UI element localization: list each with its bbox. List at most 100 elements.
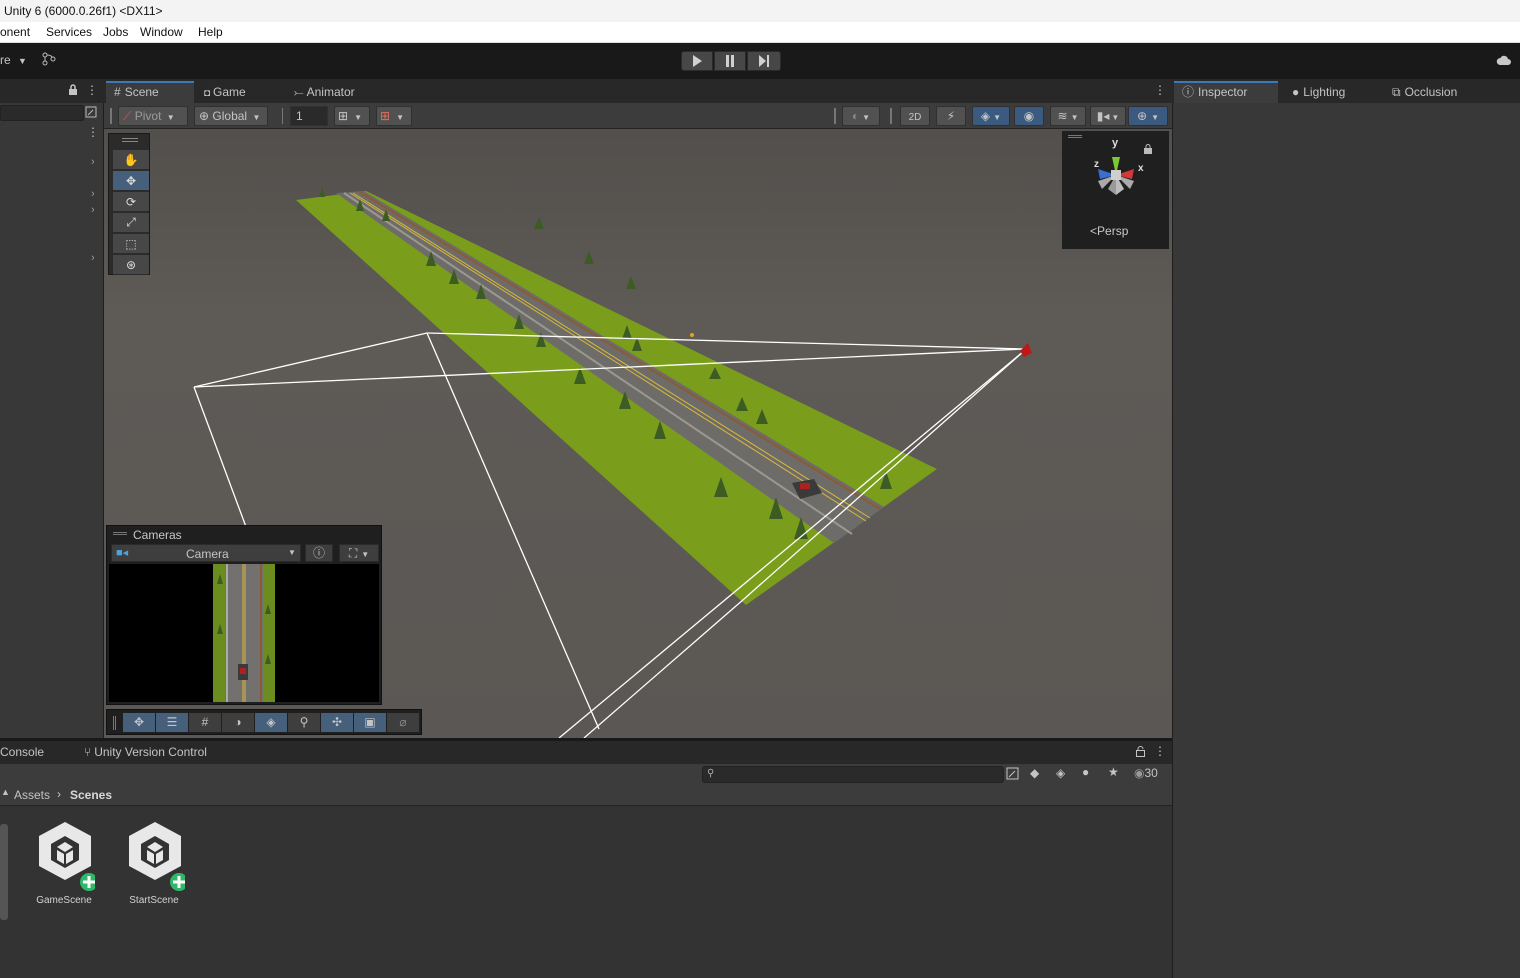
step-button[interactable] xyxy=(747,51,781,71)
gizmos-dropdown[interactable]: ⊕ ▼ xyxy=(1128,106,1168,126)
account-dropdown[interactable]: re ▼ xyxy=(0,53,27,67)
move-options-button[interactable]: ✥ xyxy=(123,713,155,732)
transform-tool[interactable]: ⊛ xyxy=(113,255,149,275)
camera-info-button[interactable]: ⓘ xyxy=(305,544,333,562)
x-axis-label: x xyxy=(1138,163,1144,174)
tab-version-control[interactable]: ⑂ Unity Version Control xyxy=(76,741,207,763)
menu-item-jobs[interactable]: Jobs xyxy=(103,25,128,39)
menu-item-component[interactable]: onent xyxy=(0,25,30,39)
drag-handle[interactable] xyxy=(110,108,112,124)
scroll-up-icon[interactable]: ▲ xyxy=(1,787,10,797)
lock-icon[interactable] xyxy=(68,84,78,99)
cameras-overlay: Cameras ■◂ Camera ▼ ⓘ ⛶ ▼ xyxy=(106,525,382,705)
version-control-icon[interactable] xyxy=(42,52,56,69)
pivot-button[interactable]: ✣ xyxy=(321,713,353,732)
kebab-menu-icon[interactable]: ⋮ xyxy=(86,83,98,97)
layers-dropdown[interactable]: ≋ ▼ xyxy=(1050,106,1086,126)
tab-occlusion[interactable]: ⧉ Occlusion xyxy=(1384,81,1484,103)
hierarchy-search-input[interactable] xyxy=(0,105,84,121)
search-options-icon[interactable] xyxy=(85,106,97,121)
menu-item-window[interactable]: Window xyxy=(140,25,183,39)
2d-toggle-button[interactable]: 2D xyxy=(900,106,930,126)
scene-kebab-icon[interactable]: ⋮ xyxy=(1154,83,1166,97)
filter-by-type-icon[interactable]: ◆ xyxy=(1030,766,1039,780)
rotate-icon: ⟳ xyxy=(125,194,137,209)
tab-lighting[interactable]: ● Lighting xyxy=(1284,81,1374,103)
scene-kebab-icon[interactable]: ⋮ xyxy=(87,125,99,139)
scrollbar[interactable] xyxy=(0,824,8,920)
drag-handle[interactable] xyxy=(122,138,138,142)
globe-icon: ⊕ xyxy=(199,109,210,123)
search-options-icon[interactable] xyxy=(1006,767,1019,783)
chevron-down-icon: ▼ xyxy=(1111,113,1120,122)
disabled-tool-button[interactable]: ⌀ xyxy=(387,713,419,732)
breadcrumb-assets[interactable]: Assets xyxy=(14,788,50,802)
lighting-toggle-button[interactable]: ⚡ xyxy=(936,106,966,126)
drag-handle[interactable] xyxy=(113,716,116,730)
draw-mode-dropdown[interactable]: ◐ ▼ xyxy=(842,106,880,126)
grid-snap-button[interactable]: ⊞ ▼ xyxy=(334,106,370,126)
expand-arrow-icon[interactable]: › xyxy=(91,188,95,200)
camera-frame-button[interactable]: ⛶ ▼ xyxy=(339,544,379,562)
expand-arrow-icon[interactable]: › xyxy=(91,204,95,216)
camera-view-button[interactable]: ▣ xyxy=(354,713,386,732)
asset-item[interactable]: StartScene xyxy=(118,820,190,906)
animator-icon: ⤚ xyxy=(294,85,304,99)
chevron-down-icon: ▼ xyxy=(288,548,296,557)
move-tool[interactable]: ✥ xyxy=(113,171,149,191)
breadcrumb-scenes[interactable]: Scenes xyxy=(70,788,112,802)
asset-item[interactable]: GameScene xyxy=(28,820,100,906)
rect-tool[interactable]: ⬚ xyxy=(113,234,149,254)
tab-console[interactable]: Console xyxy=(0,741,44,763)
audio-toggle-button[interactable]: ◈ ▼ xyxy=(972,106,1010,126)
hand-icon: ✋ xyxy=(123,152,139,167)
filter-by-label-icon[interactable]: ◈ xyxy=(1056,766,1065,780)
hand-tool[interactable]: ✋ xyxy=(113,150,149,170)
settings-button[interactable]: ☰ xyxy=(156,713,188,732)
scene-toolbar: ⟋ Pivot ▼ ⊕ Global ▼ 1 ⊞ ▼ ⊞ ▼ ◐ ▼ 2D ⚡ ◈ ▼ … xyxy=(104,103,1172,129)
camera-icon: ■◂ xyxy=(116,547,129,559)
play-button[interactable] xyxy=(681,51,713,71)
asset-name: StartScene xyxy=(129,895,179,906)
camera-settings-dropdown[interactable]: ▮◂ ▼ xyxy=(1090,106,1126,126)
scale-tool[interactable]: ⤢ xyxy=(113,213,149,233)
grid-toggle-button[interactable]: # xyxy=(189,713,221,732)
camera-gizmo[interactable] xyxy=(1020,343,1032,357)
visibility-toggle-button[interactable]: ◉ xyxy=(1014,106,1044,126)
expand-arrow-icon[interactable]: › xyxy=(91,252,95,264)
chevron-down-icon: ▼ xyxy=(354,113,362,122)
kebab-menu-icon[interactable]: ⋮ xyxy=(1154,744,1166,758)
expand-arrow-icon[interactable]: › xyxy=(91,156,95,168)
layers-button[interactable]: ◈ xyxy=(255,713,287,732)
render-mode-button[interactable]: ◑ xyxy=(222,713,254,732)
rotate-tool[interactable]: ⟳ xyxy=(113,192,149,212)
drag-handle[interactable] xyxy=(113,532,127,535)
visible-count[interactable]: ◉30 xyxy=(1134,766,1158,780)
menu-item-help[interactable]: Help xyxy=(198,25,223,39)
tab-inspector[interactable]: ⓘ Inspector xyxy=(1174,81,1278,103)
drag-handle[interactable] xyxy=(1068,135,1082,138)
orientation-gizmo[interactable]: y x z <Persp xyxy=(1062,131,1169,249)
pivot-dropdown[interactable]: ⟋ Pivot ▼ xyxy=(118,106,188,126)
chevron-down-icon: ▼ xyxy=(1151,113,1159,122)
tab-animator[interactable]: ⤚ Animator xyxy=(286,81,376,103)
pause-button[interactable] xyxy=(714,51,746,71)
camera-select[interactable]: ■◂ Camera ▼ xyxy=(111,544,301,562)
snap-increment-input[interactable]: 1 xyxy=(290,106,328,126)
favorite-icon[interactable]: ★ xyxy=(1108,765,1119,779)
warning-filter-icon[interactable]: ● xyxy=(1082,765,1089,779)
ground-plane xyxy=(296,191,937,605)
tab-scene[interactable]: # Scene xyxy=(106,81,194,103)
light-gizmo[interactable] xyxy=(690,333,694,337)
move-icon: ✥ xyxy=(133,715,145,729)
global-dropdown[interactable]: ⊕ Global ▼ xyxy=(194,106,268,126)
increment-snap-button[interactable]: ⊞ ▼ xyxy=(376,106,412,126)
scene-viewport[interactable]: ✋ ✥ ⟳ ⤢ ⬚ ⊛ y x z <Persp Cameras ■◂ Came… xyxy=(104,129,1172,738)
projection-toggle[interactable]: <Persp xyxy=(1090,224,1128,238)
project-search-input[interactable]: ⚲ xyxy=(702,766,1004,783)
cloud-icon[interactable] xyxy=(1496,54,1512,69)
tab-game[interactable]: ◘ Game xyxy=(196,81,278,103)
lock-icon[interactable] xyxy=(1136,746,1145,760)
search-button[interactable]: ⚲ xyxy=(288,713,320,732)
menu-item-services[interactable]: Services xyxy=(46,25,92,39)
